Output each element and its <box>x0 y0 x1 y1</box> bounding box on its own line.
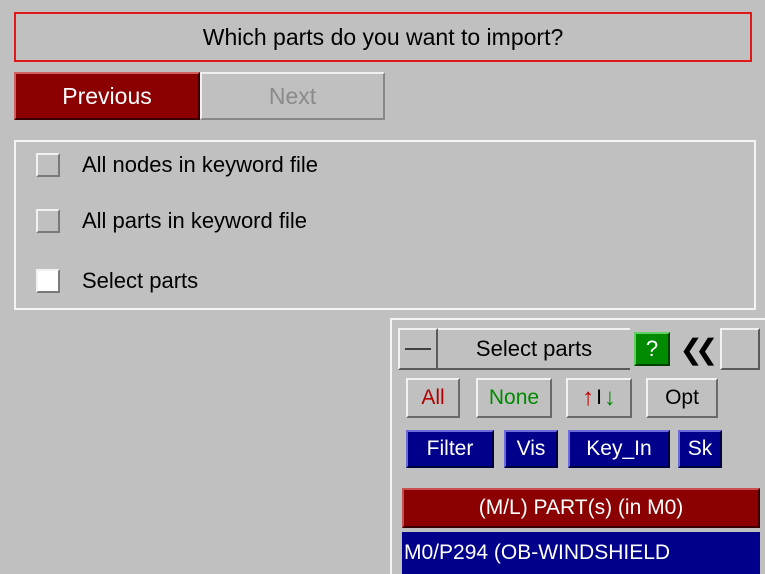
select-parts-checkbox[interactable] <box>36 269 60 293</box>
all-parts-checkbox[interactable] <box>36 209 60 233</box>
select-parts-label: Select parts <box>82 268 199 293</box>
panel-title: Select parts <box>438 328 630 370</box>
swap-selection-button[interactable]: ↑ I ↓ <box>566 378 632 418</box>
next-button[interactable]: Next <box>200 72 385 120</box>
option-all-nodes[interactable]: All nodes in keyword file <box>36 150 318 180</box>
down-arrow-icon: ↓ <box>603 384 616 411</box>
select-all-button[interactable]: All <box>406 378 460 418</box>
previous-button[interactable]: Previous <box>14 72 200 120</box>
select-none-button[interactable]: None <box>476 378 552 418</box>
minimize-button[interactable] <box>398 328 438 370</box>
panel-window-button[interactable] <box>720 328 760 370</box>
option-all-parts[interactable]: All parts in keyword file <box>36 206 307 236</box>
all-nodes-label: All nodes in keyword file <box>82 152 319 177</box>
key-in-button[interactable]: Key_In <box>568 430 670 468</box>
swap-separator: I <box>596 386 602 409</box>
list-item[interactable]: M0/P294 (OB-WINDSHIELD <box>402 532 760 574</box>
all-nodes-checkbox[interactable] <box>36 153 60 177</box>
minus-icon <box>405 348 431 350</box>
up-arrow-icon: ↑ <box>582 384 595 411</box>
panel-titlebar: Select parts ? ❮❮ <box>398 328 765 370</box>
import-options-group: All nodes in keyword file All parts in k… <box>14 140 756 310</box>
all-parts-label: All parts in keyword file <box>82 208 307 233</box>
part-list-header[interactable]: (M/L) PART(s) (in M0) <box>402 488 760 528</box>
option-select-parts[interactable]: Select parts <box>36 266 198 296</box>
options-button[interactable]: Opt <box>646 378 718 418</box>
filter-button[interactable]: Filter <box>406 430 494 468</box>
vis-button[interactable]: Vis <box>504 430 558 468</box>
sketch-button[interactable]: Sk <box>678 430 722 468</box>
import-prompt: Which parts do you want to import? <box>14 12 752 62</box>
prompt-text: Which parts do you want to import? <box>202 23 564 50</box>
collapse-icon[interactable]: ❮❮ <box>672 330 719 368</box>
help-button[interactable]: ? <box>634 332 670 366</box>
